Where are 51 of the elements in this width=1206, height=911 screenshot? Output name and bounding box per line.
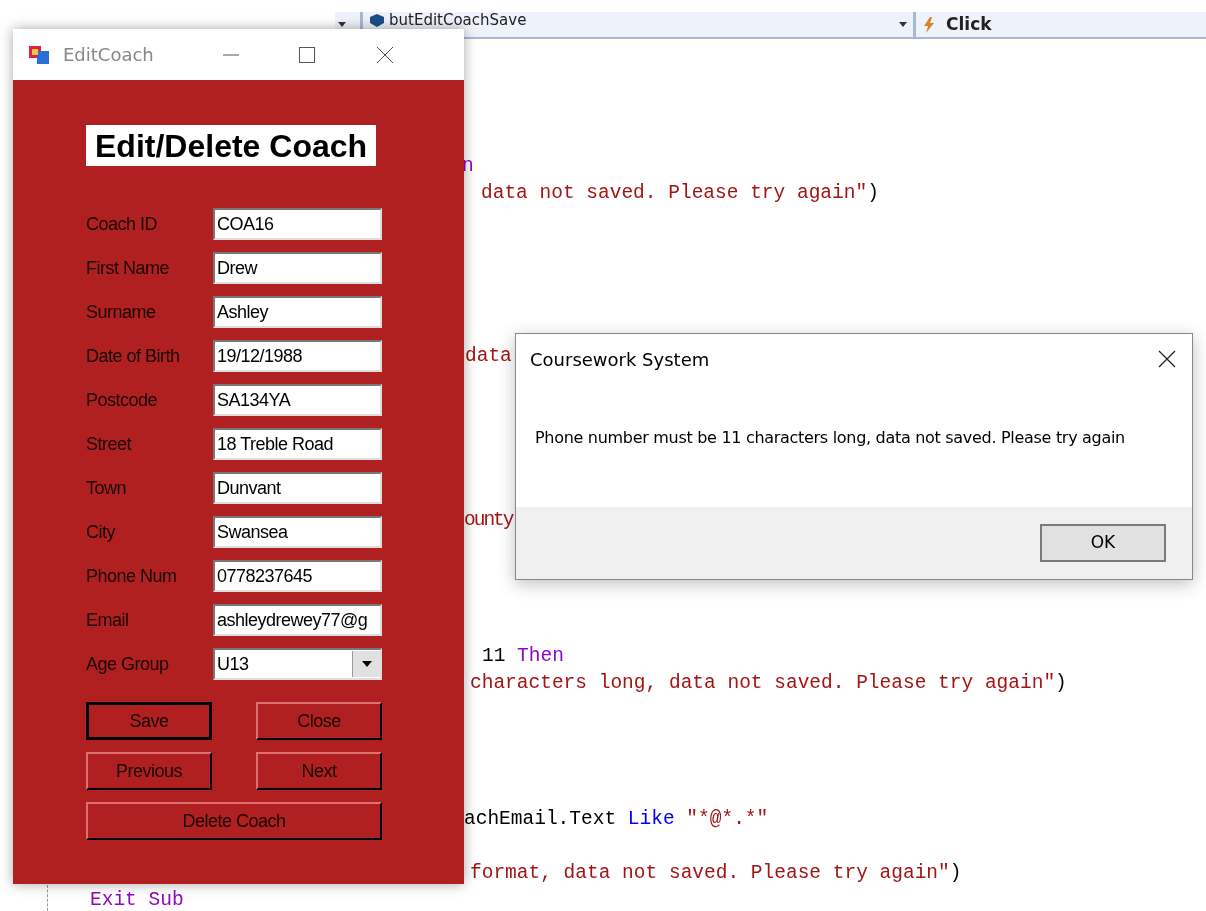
field-label: Coach ID — [86, 212, 159, 236]
close-icon[interactable] — [375, 45, 394, 64]
field-label: Date of Birth — [86, 344, 181, 368]
text-field[interactable]: COA16 — [213, 208, 382, 240]
field-label: Street — [86, 432, 133, 456]
code-token: Like — [627, 807, 675, 830]
field-label: Phone Num — [86, 564, 178, 588]
code-token: ) — [949, 862, 962, 885]
window-title: EditCoach — [63, 43, 154, 67]
text-field[interactable]: Swansea — [213, 516, 382, 548]
text-field[interactable]: ashleydrewey77@g — [213, 604, 382, 636]
dialog-title: Coursework System — [530, 347, 711, 372]
dropdown-arrow-icon[interactable] — [899, 22, 907, 27]
form-icon — [29, 45, 49, 64]
field-label: Postcode — [86, 388, 159, 412]
text-field[interactable]: Drew — [213, 252, 382, 284]
code-token: characters long, data not saved. Please try again" — [470, 671, 1056, 694]
ok-button[interactable]: OK — [1040, 524, 1166, 562]
event-name[interactable]: Click — [946, 11, 992, 38]
dropdown-arrow-icon[interactable] — [338, 22, 346, 27]
text-field[interactable]: Dunvant — [213, 472, 382, 504]
field-label: City — [86, 520, 117, 544]
field-label: Age Group — [86, 652, 170, 676]
dropdown-field[interactable]: U13 — [213, 648, 382, 680]
member-name[interactable]: butEditCoachSave — [389, 12, 899, 28]
code-token: Then — [517, 644, 564, 667]
text-field[interactable]: 0778237645 — [213, 560, 382, 592]
maximize-icon[interactable] — [297, 45, 316, 64]
field-label: Email — [86, 608, 130, 632]
code-token: format, data not saved. Please try again" — [470, 862, 950, 885]
code-token: Exit Sub — [90, 889, 184, 911]
form-heading: Edit/Delete Coach — [86, 125, 377, 166]
code-token: ) — [1055, 671, 1067, 694]
text-field[interactable]: 19/12/1988 — [213, 340, 382, 372]
field-label: Surname — [86, 300, 157, 324]
dialog-message: Phone number must be 11 characters long, data not saved. Please try again — [535, 427, 1126, 449]
text-field[interactable]: SA134YA — [213, 384, 382, 416]
text-field[interactable]: 18 Treble Road — [213, 428, 382, 460]
field-label: Town — [86, 476, 128, 500]
lightning-icon — [924, 16, 934, 33]
code-token: achEmail.Text — [464, 807, 618, 830]
code-token: 11 — [482, 644, 507, 667]
field-label: First Name — [86, 256, 170, 280]
code-token: ounty — [464, 508, 513, 531]
code-token: "*@*.*" — [685, 807, 769, 830]
close-icon[interactable] — [1158, 350, 1176, 368]
code-token: n — [462, 155, 474, 177]
text-field[interactable]: Ashley — [213, 296, 382, 328]
code-token: data — [465, 345, 512, 368]
code-token: data not saved. Please try again" — [481, 182, 868, 205]
code-token: ) — [867, 182, 879, 205]
